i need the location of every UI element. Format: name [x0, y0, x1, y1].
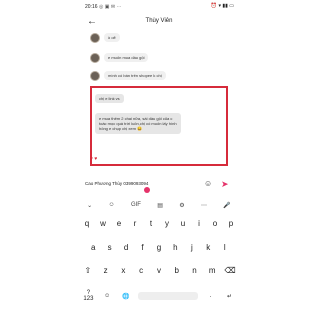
send-icon[interactable]: ➤ — [221, 179, 229, 190]
key[interactable]: z — [99, 266, 112, 275]
space-bar[interactable] — [138, 292, 199, 300]
key[interactable]: n — [188, 266, 201, 275]
clipboard-icon[interactable]: ▤ — [157, 202, 163, 209]
shift-key[interactable]: ⇧ — [81, 266, 94, 275]
status-notification-icons: ◎ ▣ ✉ ⋯ — [99, 4, 122, 10]
message-bubble[interactable]: e mua thêm 2 chai nữa, sài dầu gội của c… — [95, 113, 181, 134]
key[interactable]: g — [152, 243, 165, 252]
microphone-icon[interactable]: 🎤 — [223, 202, 230, 209]
period-key[interactable]: . — [204, 293, 217, 299]
message-bubble[interactable]: e muốn mua dầu gội — [104, 53, 149, 62]
emoji-icon[interactable]: ☺ — [204, 179, 212, 188]
key[interactable]: e — [113, 219, 126, 228]
globe-icon[interactable]: 🌐 — [120, 293, 133, 300]
keyboard-toolbar: ⌄ ☺ GIF ▤ ⚙ ⋯ 🎤 — [79, 197, 239, 213]
keyboard-row-2: a s d f g h j k l — [79, 243, 239, 252]
key[interactable]: p — [225, 219, 238, 228]
message-bubble[interactable]: chị e link vs — [95, 94, 124, 103]
backspace-key[interactable]: ⌫ — [224, 266, 237, 275]
message-input[interactable]: Cao Phương Thùy 0399093094 — [85, 181, 148, 186]
key[interactable]: i — [193, 219, 206, 228]
key[interactable]: h — [169, 243, 182, 252]
key[interactable]: u — [177, 219, 190, 228]
highlight-box: chị e link vs e mua thêm 2 chai nữa, sài… — [90, 86, 228, 166]
status-time: 20:16 — [85, 4, 98, 10]
collapse-icon[interactable]: ⌄ — [87, 202, 92, 209]
sticker-icon[interactable]: ☺ — [109, 202, 115, 208]
key[interactable]: o — [209, 219, 222, 228]
key[interactable]: v — [152, 266, 165, 275]
avatar[interactable] — [90, 71, 100, 81]
key[interactable]: l — [218, 243, 231, 252]
symbols-key[interactable]: ?123 — [82, 290, 95, 302]
key[interactable]: x — [117, 266, 130, 275]
key[interactable]: r — [129, 219, 142, 228]
enter-key[interactable]: ↵ — [223, 293, 236, 300]
settings-icon[interactable]: ⚙ — [179, 202, 184, 209]
key[interactable]: f — [136, 243, 149, 252]
keyboard-row-3: ⇧ z x c v b n m ⌫ — [79, 266, 239, 275]
avatar[interactable] — [90, 33, 100, 43]
status-system-icons: ⏰ ▾ ▮▮ ▭ — [210, 3, 234, 9]
key[interactable]: b — [170, 266, 183, 275]
key[interactable]: w — [97, 219, 110, 228]
message-row: mình có bán trên shopee k chị — [90, 71, 166, 81]
chat-thread[interactable]: ồ oẽ e muốn mua dầu gội mình có bán trên… — [79, 31, 239, 166]
message-bubble[interactable]: mình có bán trên shopee k chị — [104, 71, 166, 80]
key[interactable]: m — [206, 266, 219, 275]
text-cursor-handle[interactable] — [144, 187, 150, 193]
emoji-key[interactable]: ☺ — [101, 293, 114, 299]
heart-reaction-icon[interactable]: ♥ ♥ — [90, 156, 97, 162]
phone-screen: 20:16 ◎ ▣ ✉ ⋯ ⏰ ▾ ▮▮ ▭ ← Thùy Viên ồ oẽ … — [79, 0, 239, 320]
message-input-bar: Cao Phương Thùy 0399093094 ☺ ➤ — [79, 178, 239, 194]
keyboard-row-bottom: ?123 ☺ 🌐 . ↵ — [79, 290, 239, 302]
message-bubble[interactable]: ồ oẽ — [104, 33, 120, 42]
key[interactable]: s — [103, 243, 116, 252]
key[interactable]: d — [120, 243, 133, 252]
key[interactable]: c — [135, 266, 148, 275]
avatar[interactable] — [90, 53, 100, 63]
key[interactable]: q — [81, 219, 94, 228]
status-bar: 20:16 ◎ ▣ ✉ ⋯ ⏰ ▾ ▮▮ ▭ — [79, 0, 239, 13]
message-row: e muốn mua dầu gội — [90, 53, 149, 63]
key[interactable]: t — [145, 219, 158, 228]
key[interactable]: k — [202, 243, 215, 252]
keyboard-row-1: q w e r t y u i o p — [79, 219, 239, 228]
key[interactable]: j — [185, 243, 198, 252]
key[interactable]: a — [87, 243, 100, 252]
contact-name: Thùy Viên — [145, 18, 173, 24]
chat-header: ← Thùy Viên — [79, 13, 239, 31]
message-row: ồ oẽ — [90, 33, 120, 43]
gif-icon[interactable]: GIF — [131, 202, 141, 208]
key[interactable]: y — [161, 219, 174, 228]
more-icon[interactable]: ⋯ — [201, 202, 207, 209]
